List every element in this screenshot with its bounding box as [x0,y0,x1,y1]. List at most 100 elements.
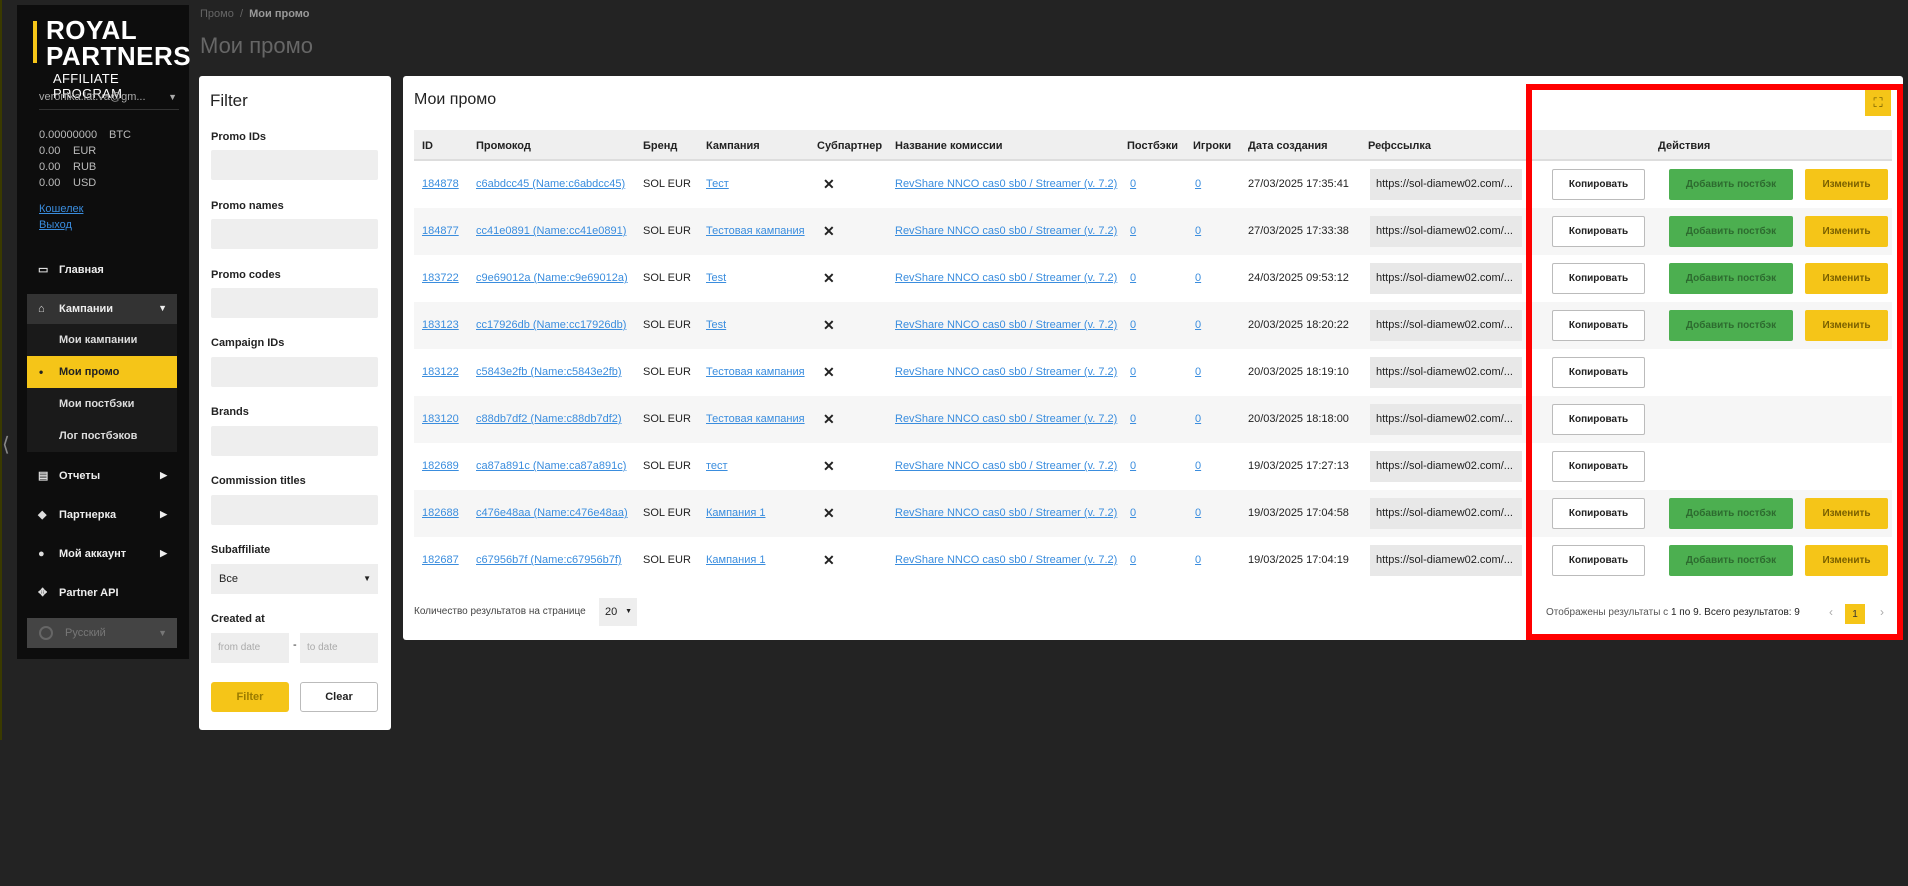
sidebar-item-home[interactable]: ▭ Главная [27,255,177,285]
postbacks-link[interactable]: 0 [1130,366,1136,378]
campaign-link[interactable]: Тестовая кампания [706,366,805,378]
promo-id-link[interactable]: 183122 [422,366,459,378]
copy-button[interactable]: Копировать [1552,545,1645,576]
ref-link-field[interactable]: https://sol-diamew02.com/... [1370,263,1522,294]
promo-code-link[interactable]: c476e48aa (Name:c476e48aa) [476,507,628,519]
to-date-input[interactable]: to date [300,633,378,663]
promo-id-link[interactable]: 183722 [422,272,459,284]
ref-link-field[interactable]: https://sol-diamew02.com/... [1370,451,1522,482]
commission-link[interactable]: RevShare NNCO cas0 sb0 / Streamer (v. 7.… [895,366,1117,378]
players-link[interactable]: 0 [1195,178,1201,190]
commission-titles-input[interactable] [211,495,378,525]
players-link[interactable]: 0 [1195,460,1201,472]
postbacks-link[interactable]: 0 [1130,225,1136,237]
promo-id-link[interactable]: 182687 [422,554,459,566]
per-page-select[interactable]: 20 ▼ [599,598,637,626]
copy-button[interactable]: Копировать [1552,263,1645,294]
prev-page-icon[interactable]: ‹ [1829,605,1833,619]
ref-link-field[interactable]: https://sol-diamew02.com/... [1370,404,1522,435]
sidebar-item-api[interactable]: ✥ Partner API [27,578,177,608]
copy-button[interactable]: Копировать [1552,310,1645,341]
subaffiliate-select[interactable]: Все ▼ [211,564,378,594]
col-postbacks[interactable]: Постбэки [1127,140,1178,152]
players-link[interactable]: 0 [1195,272,1201,284]
commission-link[interactable]: RevShare NNCO cas0 sb0 / Streamer (v. 7.… [895,460,1117,472]
sidebar-item-my-promo[interactable]: Мои промо [27,356,177,388]
add-postback-button[interactable]: Добавить постбэк [1669,545,1793,576]
ref-link-field[interactable]: https://sol-diamew02.com/... [1370,545,1522,576]
promo-id-link[interactable]: 184878 [422,178,459,190]
edit-button[interactable]: Изменить [1805,216,1888,247]
col-players[interactable]: Игроки [1193,140,1231,152]
campaign-link[interactable]: Кампания 1 [706,554,766,566]
campaign-ids-input[interactable] [211,357,378,387]
campaign-link[interactable]: Тест [706,178,729,190]
sidebar-item-account[interactable]: ● Мой аккаунт ▶ [27,539,177,569]
commission-link[interactable]: RevShare NNCO cas0 sb0 / Streamer (v. 7.… [895,507,1117,519]
promo-code-link[interactable]: c5843e2fb (Name:c5843e2fb) [476,366,622,378]
page-1-button[interactable]: 1 [1845,604,1865,624]
col-commission[interactable]: Название комиссии [895,140,1003,152]
ref-link-field[interactable]: https://sol-diamew02.com/... [1370,357,1522,388]
campaign-link[interactable]: Test [706,272,726,284]
postbacks-link[interactable]: 0 [1130,460,1136,472]
sidebar-item-my-campaigns[interactable]: Мои кампании [27,324,177,356]
user-menu[interactable]: veronika.lat.va@gm... ▼ [39,91,179,110]
sidebar-item-partnership[interactable]: ◆ Партнерка ▶ [27,500,177,530]
players-link[interactable]: 0 [1195,225,1201,237]
campaign-link[interactable]: тест [706,460,728,472]
commission-link[interactable]: RevShare NNCO cas0 sb0 / Streamer (v. 7.… [895,225,1117,237]
col-created[interactable]: Дата создания [1248,140,1328,152]
commission-link[interactable]: RevShare NNCO cas0 sb0 / Streamer (v. 7.… [895,272,1117,284]
col-subpartner[interactable]: Субпартнер [817,140,882,152]
ref-link-field[interactable]: https://sol-diamew02.com/... [1370,216,1522,247]
sidebar-item-postback-log[interactable]: Лог постбэков [27,420,177,452]
players-link[interactable]: 0 [1195,366,1201,378]
wallet-link[interactable]: Кошелек [39,201,83,217]
copy-button[interactable]: Копировать [1552,169,1645,200]
commission-link[interactable]: RevShare NNCO cas0 sb0 / Streamer (v. 7.… [895,413,1117,425]
clear-button[interactable]: Clear [300,682,378,712]
promo-names-input[interactable] [211,219,378,249]
postbacks-link[interactable]: 0 [1130,413,1136,425]
promo-code-link[interactable]: c67956b7f (Name:c67956b7f) [476,554,622,566]
copy-button[interactable]: Копировать [1552,498,1645,529]
promo-codes-input[interactable] [211,288,378,318]
postbacks-link[interactable]: 0 [1130,319,1136,331]
copy-button[interactable]: Копировать [1552,451,1645,482]
promo-code-link[interactable]: c88db7df2 (Name:c88db7df2) [476,413,622,425]
add-postback-button[interactable]: Добавить постбэк [1669,216,1793,247]
logout-link[interactable]: Выход [39,217,83,233]
add-postback-button[interactable]: Добавить постбэк [1669,498,1793,529]
edit-button[interactable]: Изменить [1805,263,1888,294]
players-link[interactable]: 0 [1195,554,1201,566]
campaign-link[interactable]: Тестовая кампания [706,225,805,237]
col-id[interactable]: ID [422,140,433,152]
promo-id-link[interactable]: 182689 [422,460,459,472]
copy-button[interactable]: Копировать [1552,404,1645,435]
edit-button[interactable]: Изменить [1805,545,1888,576]
commission-link[interactable]: RevShare NNCO cas0 sb0 / Streamer (v. 7.… [895,554,1117,566]
brands-input[interactable] [211,426,378,456]
col-brand[interactable]: Бренд [643,140,677,152]
filter-button[interactable]: Filter [211,682,289,712]
campaign-link[interactable]: Test [706,319,726,331]
language-select[interactable]: Русский ▼ [27,618,177,648]
add-postback-button[interactable]: Добавить постбэк [1669,310,1793,341]
sidebar-item-my-postbacks[interactable]: Мои постбэки [27,388,177,420]
campaign-link[interactable]: Тестовая кампания [706,413,805,425]
ref-link-field[interactable]: https://sol-diamew02.com/... [1370,169,1522,200]
copy-button[interactable]: Копировать [1552,216,1645,247]
col-campaign[interactable]: Кампания [706,140,760,152]
next-page-icon[interactable]: › [1880,605,1884,619]
col-promo[interactable]: Промокод [476,140,531,152]
promo-code-link[interactable]: ca87a891c (Name:ca87a891c) [476,460,626,472]
postbacks-link[interactable]: 0 [1130,507,1136,519]
players-link[interactable]: 0 [1195,413,1201,425]
logo[interactable]: ROYAL PARTNERS AFFILIATE PROGRAM [33,17,191,101]
postbacks-link[interactable]: 0 [1130,178,1136,190]
postbacks-link[interactable]: 0 [1130,272,1136,284]
sidebar-item-reports[interactable]: ▤ Отчеты ▶ [27,461,177,491]
commission-link[interactable]: RevShare NNCO cas0 sb0 / Streamer (v. 7.… [895,178,1117,190]
campaign-link[interactable]: Кампания 1 [706,507,766,519]
